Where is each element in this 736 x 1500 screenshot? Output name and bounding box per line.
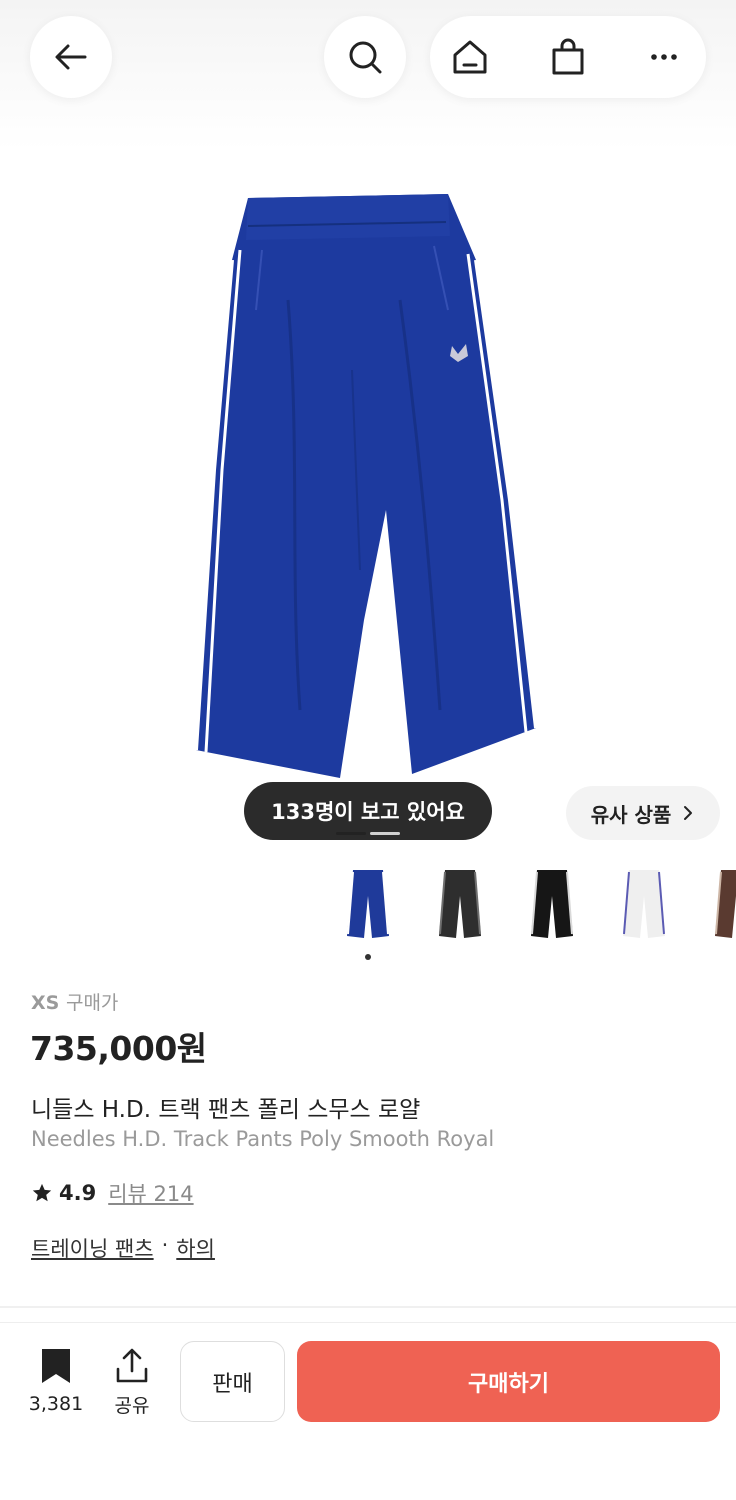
star-icon bbox=[32, 1183, 52, 1202]
rating-score: 4.9 bbox=[59, 1181, 97, 1205]
category-breadcrumb: 트레이닝 팬츠 · 하의 bbox=[31, 1233, 215, 1263]
color-variant-thumbnail[interactable] bbox=[616, 862, 672, 946]
pants-thumbnail-icon bbox=[531, 870, 573, 938]
product-name-english: Needles H.D. Track Pants Poly Smooth Roy… bbox=[31, 1127, 495, 1151]
product-price: 735,000원 bbox=[30, 1029, 207, 1068]
bookmark-icon bbox=[42, 1349, 70, 1383]
back-button[interactable] bbox=[30, 16, 112, 98]
color-variant-list bbox=[340, 862, 736, 946]
cart-button[interactable] bbox=[538, 16, 598, 98]
size-value: XS bbox=[31, 992, 60, 1014]
selected-variant-dot bbox=[365, 954, 371, 960]
color-variant-thumbnail[interactable] bbox=[708, 862, 736, 946]
arrow-left-icon bbox=[55, 44, 87, 70]
search-icon bbox=[349, 41, 382, 74]
header-actions bbox=[430, 16, 706, 98]
divider bbox=[0, 1306, 736, 1308]
bottom-action-bar: 3,381 공유 판매 구매하기 bbox=[0, 1322, 736, 1500]
pants-thumbnail-icon bbox=[439, 870, 481, 938]
share-icon bbox=[116, 1348, 148, 1383]
pants-thumbnail-icon bbox=[347, 870, 389, 938]
buy-button[interactable]: 구매하기 bbox=[297, 1341, 720, 1422]
size-price-label: XS 구매가 bbox=[31, 988, 118, 1015]
category-separator: · bbox=[161, 1233, 169, 1257]
chevron-right-icon bbox=[684, 806, 693, 820]
bookmark-count: 3,381 bbox=[28, 1393, 84, 1415]
search-button[interactable] bbox=[324, 16, 406, 98]
pants-thumbnail-icon bbox=[623, 870, 665, 938]
home-button[interactable] bbox=[440, 16, 500, 98]
similar-products-button[interactable]: 유사 상품 bbox=[566, 786, 720, 840]
product-rating: 4.9 리뷰 214 bbox=[31, 1178, 194, 1208]
track-pants-illustration bbox=[194, 194, 538, 778]
image-page-indicator bbox=[336, 832, 400, 836]
more-button[interactable] bbox=[634, 16, 694, 98]
share-label: 공유 bbox=[114, 1395, 150, 1417]
share-button[interactable]: 공유 bbox=[104, 1347, 160, 1418]
similar-products-label: 유사 상품 bbox=[590, 802, 672, 827]
pants-thumbnail-icon bbox=[715, 870, 736, 938]
product-name-korean: 니들스 H.D. 트랙 팬츠 폴리 스무스 로얄 bbox=[31, 1097, 421, 1123]
size-price-suffix: 구매가 bbox=[65, 992, 119, 1014]
color-variant-thumbnail[interactable] bbox=[432, 862, 488, 946]
product-image[interactable] bbox=[0, 150, 736, 850]
top-header bbox=[0, 0, 736, 150]
category-link[interactable]: 트레이닝 팬츠 bbox=[31, 1233, 154, 1263]
review-link[interactable]: 리뷰 214 bbox=[108, 1178, 193, 1208]
bookmark-button[interactable]: 3,381 bbox=[24, 1347, 88, 1415]
more-horizontal-icon bbox=[651, 54, 677, 60]
color-variant-thumbnail[interactable] bbox=[524, 862, 580, 946]
home-icon bbox=[453, 40, 487, 74]
shopping-bag-icon bbox=[552, 38, 584, 75]
color-variant-thumbnail[interactable] bbox=[340, 862, 396, 946]
sell-button[interactable]: 판매 bbox=[180, 1341, 285, 1422]
subcategory-link[interactable]: 하의 bbox=[176, 1233, 215, 1263]
